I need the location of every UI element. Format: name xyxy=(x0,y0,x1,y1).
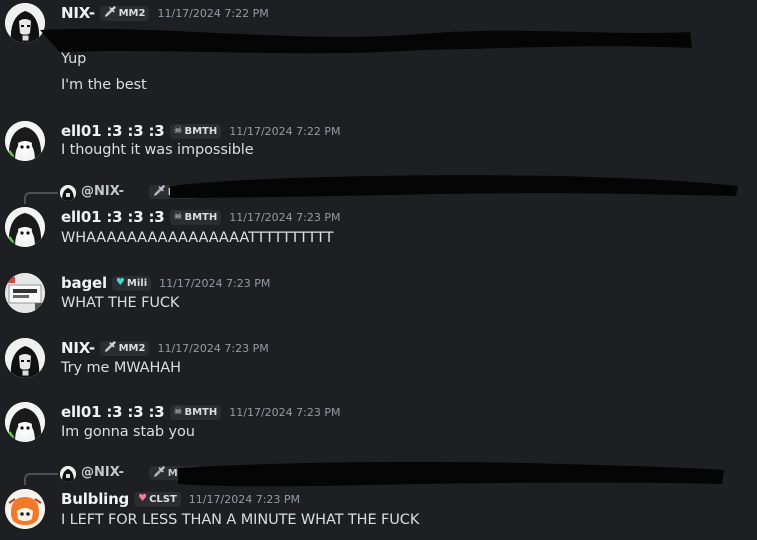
server-tag-label: Mili xyxy=(126,277,148,289)
skull-icon: ☠ xyxy=(173,406,183,417)
skull-icon: ☠ xyxy=(173,211,183,222)
reply-spine xyxy=(24,473,58,485)
heart-icon: ♥ xyxy=(115,277,125,288)
message-header: ell01 :3 :3 :3 ☠ BMTH 11/17/2024 7:23 PM xyxy=(61,402,340,422)
reply-server-tag: 🗡 MM2 xyxy=(149,466,199,480)
message-line: WHAT THE FUCK xyxy=(61,295,180,311)
timestamp: 11/17/2024 7:23 PM xyxy=(157,341,269,355)
reply-avatar xyxy=(60,185,76,201)
timestamp: 11/17/2024 7:23 PM xyxy=(159,276,271,290)
message-header: NIX- 🗡 MM2 11/17/2024 7:23 PM xyxy=(61,338,269,358)
message-line: Im gonna stab you xyxy=(61,424,195,440)
message-ell01-1: ell01 :3 :3 :3 ☠ BMTH 11/17/2024 7:22 PM… xyxy=(0,118,757,168)
reply-username[interactable]: @NIX- xyxy=(81,465,124,480)
avatar[interactable] xyxy=(5,121,45,161)
reply-server-tag: 🗡 MM2 xyxy=(149,185,199,199)
server-tag[interactable]: ☠ BMTH xyxy=(169,123,222,139)
server-tag-label: MM2 xyxy=(118,7,146,19)
server-tag[interactable]: 🗡 MM2 xyxy=(99,5,150,21)
server-tag-label: BMTH xyxy=(184,125,218,137)
avatar[interactable] xyxy=(5,402,45,442)
timestamp: 11/17/2024 7:23 PM xyxy=(229,405,341,419)
avatar[interactable] xyxy=(5,338,45,378)
message-bulbling-reply: @NIX- 🗡 MM2 Bulbling ♥ CLST 11/17/2024 7… xyxy=(0,465,757,540)
server-tag-label: BMTH xyxy=(184,211,218,223)
reply-avatar xyxy=(60,466,76,482)
message-header: bagel ♥ Mili 11/17/2024 7:23 PM xyxy=(61,273,270,293)
message-line: I LEFT FOR LESS THAN A MINUTE WHAT THE F… xyxy=(61,512,420,528)
message-ell01-reply: @NIX- 🗡 MM2 ell01 :3 :3 :3 ☠ BMTH 11/17/… xyxy=(0,183,757,253)
avatar[interactable] xyxy=(5,207,45,247)
message-line: WHAAAAAAAAAAAAAAAATTTTTTTTTT xyxy=(61,230,334,246)
message-bagel: bagel ♥ Mili 11/17/2024 7:23 PM WHAT THE… xyxy=(0,273,757,323)
message-line: Try me MWAHAH xyxy=(61,360,181,376)
server-tag-label: CLST xyxy=(149,493,177,505)
timestamp: 11/17/2024 7:23 PM xyxy=(188,492,301,506)
username[interactable]: ell01 :3 :3 :3 xyxy=(61,122,165,140)
server-tag[interactable]: ♥ CLST xyxy=(134,491,181,507)
avatar[interactable] xyxy=(5,489,45,529)
server-tag[interactable]: ☠ BMTH xyxy=(169,404,222,420)
message-line: Yup xyxy=(61,51,87,67)
reply-spine xyxy=(24,192,58,204)
username[interactable]: bagel xyxy=(61,274,107,292)
message-ell01-2: ell01 :3 :3 :3 ☠ BMTH 11/17/2024 7:23 PM… xyxy=(0,402,757,452)
sword-icon: 🗡 xyxy=(153,186,166,197)
reply-username[interactable]: @NIX- xyxy=(81,184,124,199)
sword-icon: 🗡 xyxy=(153,467,166,478)
reply-server-tag-label: MM2 xyxy=(167,467,195,479)
message-header: Bulbling ♥ CLST 11/17/2024 7:23 PM xyxy=(61,489,300,509)
sword-icon: 🗡 xyxy=(103,7,117,18)
server-tag[interactable]: ♥ Mili xyxy=(111,275,152,291)
avatar[interactable] xyxy=(5,273,45,313)
timestamp: 11/17/2024 7:22 PM xyxy=(157,6,269,20)
server-tag-label: MM2 xyxy=(118,342,146,354)
message-header: NIX- 🗡 MM2 11/17/2024 7:22 PM xyxy=(61,3,269,23)
username[interactable]: Bulbling xyxy=(61,490,129,508)
username[interactable]: NIX- xyxy=(61,4,95,22)
message-nix-1: NIX- 🗡 MM2 11/17/2024 7:22 PM Yup I'm th… xyxy=(0,0,757,100)
heart-icon: ♥ xyxy=(138,493,148,504)
avatar[interactable] xyxy=(5,3,45,43)
server-tag-label: BMTH xyxy=(184,406,218,418)
message-header: ell01 :3 :3 :3 ☠ BMTH 11/17/2024 7:23 PM xyxy=(61,207,340,227)
message-nix-2: NIX- 🗡 MM2 11/17/2024 7:23 PM Try me MWA… xyxy=(0,338,757,388)
message-line: I'm the best xyxy=(61,77,147,93)
timestamp: 11/17/2024 7:23 PM xyxy=(229,210,341,224)
username[interactable]: ell01 :3 :3 :3 xyxy=(61,208,165,226)
timestamp: 11/17/2024 7:22 PM xyxy=(229,124,341,138)
skull-icon: ☠ xyxy=(173,125,183,136)
server-tag[interactable]: 🗡 MM2 xyxy=(99,340,150,356)
reply-server-tag-label: MM2 xyxy=(167,186,195,198)
username[interactable]: ell01 :3 :3 :3 xyxy=(61,403,165,421)
username[interactable]: NIX- xyxy=(61,339,95,357)
message-header: ell01 :3 :3 :3 ☠ BMTH 11/17/2024 7:22 PM xyxy=(61,121,340,141)
message-line: I thought it was impossible xyxy=(61,142,254,158)
sword-icon: 🗡 xyxy=(103,342,117,353)
server-tag[interactable]: ☠ BMTH xyxy=(169,209,222,225)
